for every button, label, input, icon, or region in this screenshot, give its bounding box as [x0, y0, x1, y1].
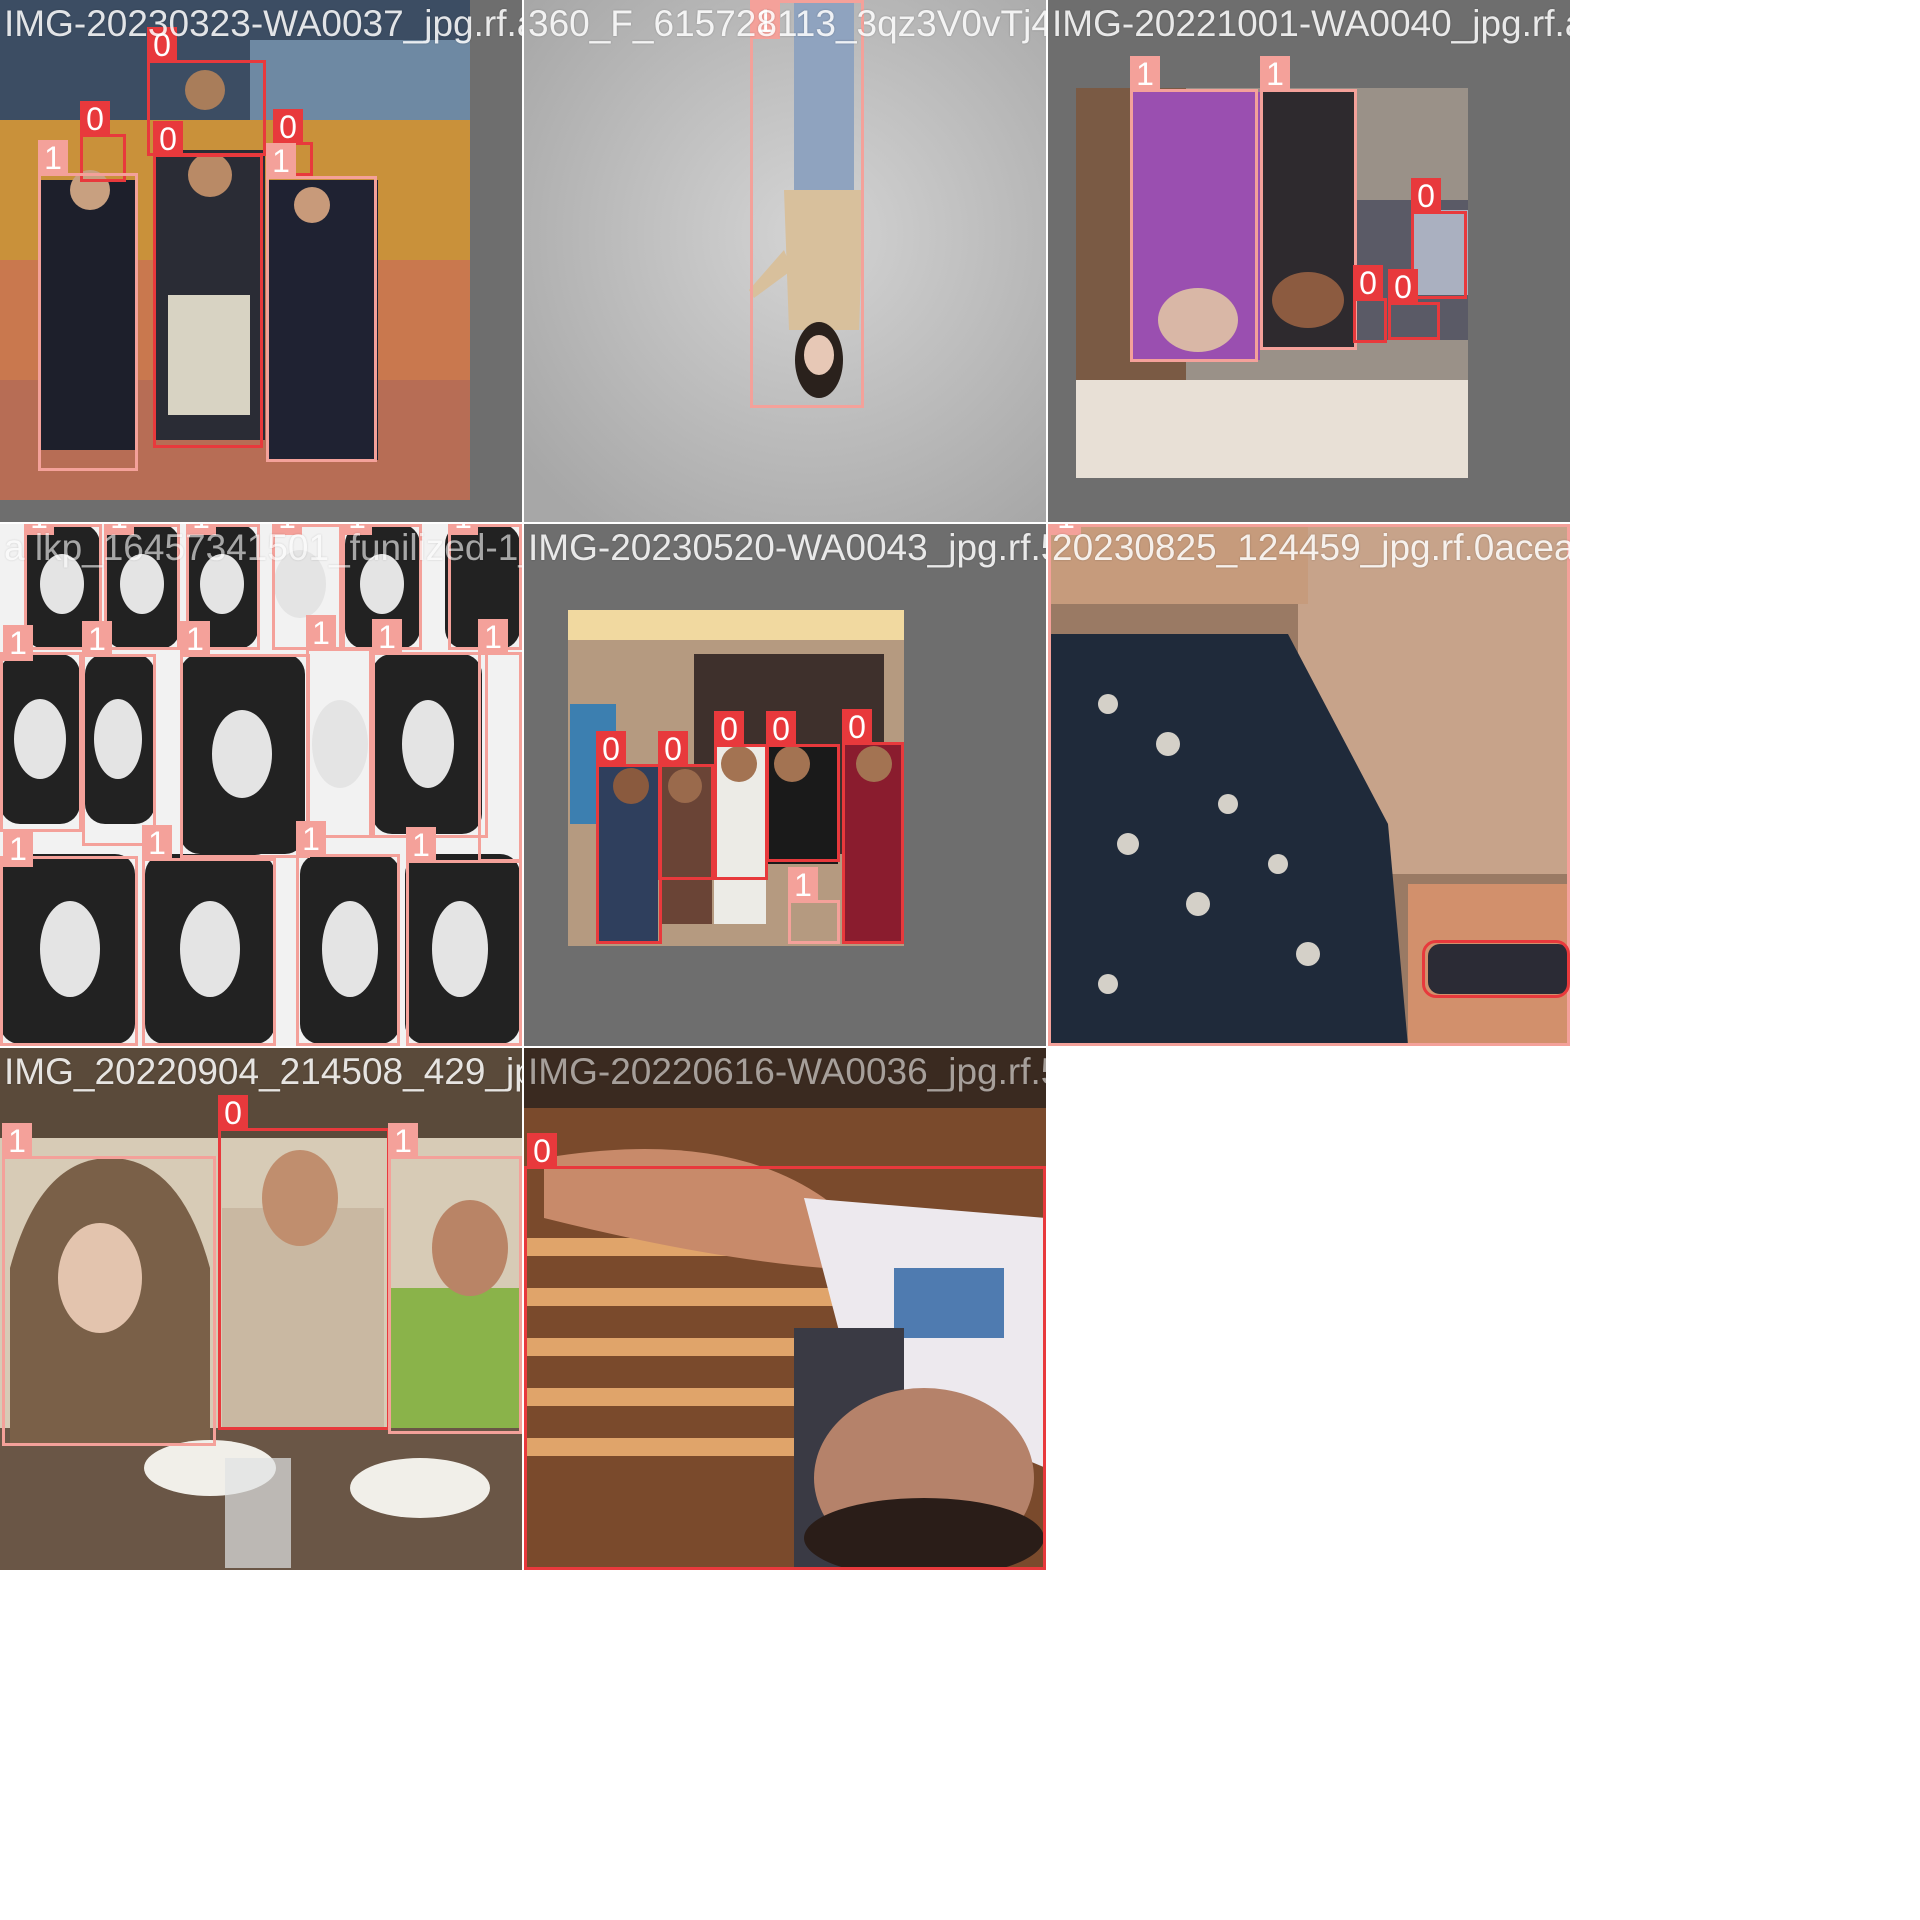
bbox-class-label: 1: [478, 619, 508, 655]
bbox-class-1: 1: [1130, 56, 1258, 362]
tile-filename: IMG-20230323-WA0037_jpg.rf.ab401: [4, 3, 522, 44]
bbox-class-1: 1: [142, 825, 276, 1046]
mosaic-tile: 1 0 20230825_124459_jpg.rf.0aceab8209: [1048, 524, 1570, 1046]
tile-filename: 360_F_615728113_3qz3V0vTj4up7K: [528, 3, 1046, 44]
bbox-class-0: 0: [153, 121, 263, 448]
bbox-class-label: 1: [180, 621, 210, 657]
bbox-class-1: 1: [788, 867, 840, 944]
bbox-class-1: 1: [406, 827, 522, 1046]
bbox-class-label: 0: [218, 1095, 248, 1131]
bbox-class-label: 1: [372, 619, 402, 655]
bbox-class-1: 1: [1260, 56, 1357, 350]
tile-filename: 20230825_124459_jpg.rf.0aceab8209: [1052, 527, 1570, 568]
bbox-class-0: 0: [658, 731, 714, 880]
tile-filename: IMG_20220904_214508_429_jpg.rf.4d: [4, 1051, 522, 1092]
bbox-class-label: 1: [406, 827, 436, 863]
bbox-class-1: 1: [296, 821, 400, 1046]
bbox-class-label: 1: [2, 1123, 32, 1159]
bbox-class-label: 0: [1388, 269, 1418, 305]
mosaic-tile: 0 IMG-20220616-WA0036_jpg.rf.5cf6aeb4fb5…: [524, 1048, 1046, 1570]
bbox-class-label: 1: [3, 831, 33, 867]
bbox-class-0: 0: [1388, 269, 1440, 340]
bbox-class-label: 0: [1411, 178, 1441, 214]
bbox-class-1: 1: [2, 1123, 216, 1446]
mosaic-tile: 1 0 1 IMG_20220904_214508_429_jpg.rf.4d: [0, 1048, 522, 1570]
bbox-class-label: 1: [296, 821, 326, 857]
bbox-class-label: 0: [527, 1133, 557, 1169]
mosaic-tile: 1 360_F_615728113_3qz3V0vTj4up7K: [524, 0, 1046, 522]
bbox-class-label: 1: [38, 140, 68, 176]
bbox-class-label: 0: [658, 731, 688, 767]
bbox-class-label: 0: [1353, 265, 1383, 301]
bbox-class-0: 0: [596, 731, 662, 944]
bbox-class-1: 1: [372, 619, 488, 838]
bbox-class-label: 0: [596, 731, 626, 767]
bbox-class-0: 0: [714, 711, 768, 880]
bbox-class-label: 0: [766, 711, 796, 747]
bbox-class-1: 1: [180, 621, 310, 858]
tile-filename: a lkp_16457341501_funilized-1_jpg.rf.: [4, 527, 522, 568]
bbox-class-1: 1: [478, 619, 522, 862]
bbox-class-1: 1: [0, 831, 138, 1046]
bbox-class-0: 0: [1411, 178, 1467, 299]
bbox-class-label: 1: [3, 625, 33, 661]
bbox-class-label: 0: [80, 101, 110, 137]
bbox-class-label: 1: [1260, 56, 1290, 92]
bbox-class-label: 1: [142, 825, 172, 861]
bbox-class-label: 1: [1130, 56, 1160, 92]
bbox-class-label: 0: [273, 109, 303, 145]
bbox-class-1: 1: [82, 621, 156, 846]
bbox-class-label: 1: [788, 867, 818, 903]
bbox-class-label: 0: [714, 711, 744, 747]
bbox-class-label: 1: [388, 1123, 418, 1159]
bbox-class-label: 1: [306, 615, 336, 651]
tile-filename: IMG-20230520-WA0043_jpg.rf.56680: [528, 527, 1046, 568]
bbox-class-1: 1: [38, 140, 138, 471]
bbox-class-0: 0: [524, 1133, 1046, 1570]
bbox-class-1: 1: [388, 1123, 522, 1434]
bbox-class-0: 0: [1422, 940, 1570, 998]
mosaic-tile: 0 0 0 0 1 1 IMG-20230323-WA0037_jpg.rf.a…: [0, 0, 522, 522]
mosaic-grid: 0 0 0 0 1 1 IMG-20230323-WA0037_jpg.rf.a…: [0, 0, 1920, 1920]
tile-filename: IMG-20221001-WA0040_jpg.rf.a69cfc: [1052, 3, 1570, 44]
mosaic-tile: 0 0 0 0 0 1 IMG-20230520-WA0043_jpg.rf.5…: [524, 524, 1046, 1046]
mosaic-tile: 1 1 1 1 1 1 1 1 1 1 1 1 1 1 1 1 1 a lkp_…: [0, 524, 522, 1046]
bbox-class-1: 1: [266, 143, 377, 462]
bbox-class-0: 0: [766, 711, 840, 862]
bbox-class-0: 0: [218, 1095, 390, 1430]
bbox-class-1: 1: [0, 625, 82, 832]
bbox-class-label: 0: [153, 121, 183, 157]
bbox-class-1: 1: [750, 0, 864, 408]
bbox-class-label: 1: [82, 621, 112, 657]
tile-filename: IMG-20220616-WA0036_jpg.rf.5cf6aeb4fb5c0: [528, 1051, 1046, 1092]
mosaic-tile: 1 1 0 0 0 IMG-20221001-WA0040_jpg.rf.a69…: [1048, 0, 1570, 522]
bbox-class-1: 1: [306, 615, 372, 838]
bbox-class-0: 0: [842, 709, 904, 944]
bbox-class-label: 1: [266, 143, 296, 179]
bbox-class-label: 0: [842, 709, 872, 745]
bbox-class-0: 0: [1353, 265, 1387, 343]
